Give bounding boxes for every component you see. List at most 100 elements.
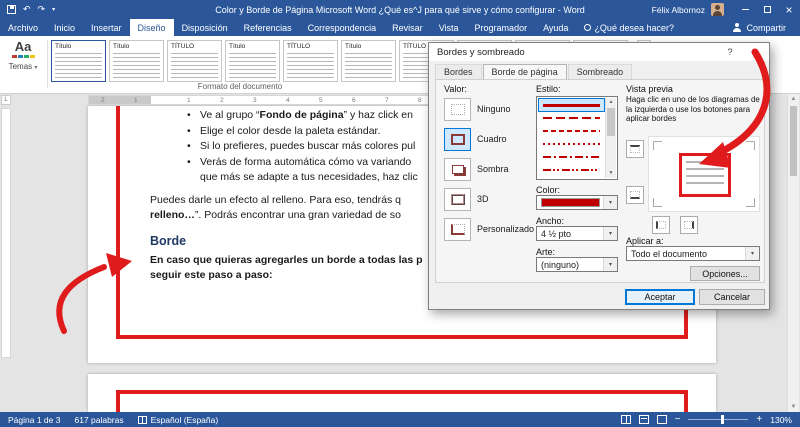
- print-layout-icon[interactable]: [638, 415, 649, 424]
- line-style-listbox[interactable]: [536, 96, 618, 180]
- top-border-toggle-button[interactable]: [626, 140, 644, 158]
- minimize-button[interactable]: [734, 0, 756, 19]
- art-dropdown[interactable]: (ninguno): [536, 257, 618, 272]
- preview-red-border-box: [679, 153, 731, 197]
- chevron-down-icon[interactable]: [745, 247, 759, 260]
- ribbon-tab-ayuda[interactable]: Ayuda: [535, 19, 576, 36]
- options-button[interactable]: Opciones...: [690, 266, 760, 281]
- dialog-title-bar[interactable]: Bordes y sombreado ? ×: [429, 43, 769, 61]
- top-border-icon: [630, 145, 640, 153]
- word-count[interactable]: 617 palabras: [74, 415, 123, 425]
- accept-button[interactable]: Aceptar: [625, 289, 695, 305]
- color-dropdown[interactable]: [536, 195, 618, 210]
- ribbon-tab-disposición[interactable]: Disposición: [174, 19, 236, 36]
- read-mode-icon[interactable]: [620, 415, 631, 424]
- ribbon-tab-archivo[interactable]: Archivo: [0, 19, 46, 36]
- themes-label: Temas: [2, 62, 44, 71]
- quick-access-toolbar: [0, 4, 55, 15]
- apply-to-dropdown[interactable]: Todo el documento: [626, 246, 760, 261]
- line-style-option[interactable]: [539, 125, 604, 137]
- vertical-ruler[interactable]: [1, 108, 11, 358]
- scroll-up-icon[interactable]: [788, 94, 799, 104]
- redo-icon[interactable]: [38, 5, 46, 14]
- page-2[interactable]: [88, 374, 716, 412]
- preview-corner-mark: [746, 198, 755, 207]
- ribbon-tab-vista[interactable]: Vista: [431, 19, 467, 36]
- line-style-option[interactable]: [539, 151, 604, 163]
- user-avatar[interactable]: [711, 3, 724, 16]
- style-set-thumbnail[interactable]: TÍTULO: [283, 40, 338, 82]
- scrollbar-thumb[interactable]: [790, 106, 797, 176]
- borders-and-shading-dialog: Bordes y sombreado ? × Bordes Borde de pá…: [428, 42, 770, 310]
- right-border-toggle-button[interactable]: [680, 216, 698, 234]
- border-preview-diagram[interactable]: [648, 136, 760, 212]
- zoom-slider[interactable]: [688, 415, 749, 424]
- status-left: Página 1 de 3 617 palabras Español (Espa…: [0, 415, 218, 425]
- valor-option-ninguno[interactable]: Ninguno: [444, 96, 534, 122]
- chevron-down-icon[interactable]: [603, 258, 617, 271]
- width-dropdown[interactable]: 4 ½ pto: [536, 226, 618, 241]
- style-set-thumbnail[interactable]: Título: [51, 40, 106, 82]
- left-border-toggle-button[interactable]: [652, 216, 670, 234]
- chevron-down-icon[interactable]: [603, 227, 617, 240]
- dialog-close-button[interactable]: ×: [743, 43, 769, 61]
- ruler-number: 5: [319, 97, 323, 104]
- web-layout-icon[interactable]: [656, 415, 667, 424]
- style-set-thumbnail[interactable]: Título: [341, 40, 396, 82]
- ribbon-tab-insertar[interactable]: Insertar: [83, 19, 130, 36]
- valor-option-personalizado[interactable]: Personalizado: [444, 216, 534, 242]
- customize-qat-chevron-icon[interactable]: [52, 4, 55, 15]
- left-border-icon: [656, 221, 666, 229]
- zoom-in-button[interactable]: +: [756, 414, 762, 425]
- style-set-thumbnail[interactable]: TÍTULO: [167, 40, 222, 82]
- ribbon-tab-¿qué-desea-hacer?[interactable]: ¿Qué desea hacer?: [576, 19, 682, 36]
- cancel-button[interactable]: Cancelar: [699, 289, 765, 305]
- listbox-scroll-down-icon[interactable]: [606, 169, 616, 178]
- ruler-number: 6: [352, 97, 356, 104]
- line-style-option[interactable]: [539, 138, 604, 150]
- valor-option-3d[interactable]: 3D: [444, 186, 534, 212]
- valor-options: Ninguno Cuadro Sombra 3D Personalizado: [444, 96, 534, 246]
- apply-to-value: Todo el documento: [631, 248, 708, 259]
- ribbon-tab-correspondencia[interactable]: Correspondencia: [300, 19, 385, 36]
- themes-button[interactable]: Aa Temas: [2, 39, 44, 90]
- ribbon-group-label: Formato del documento: [197, 82, 283, 91]
- ribbon-tab-programador[interactable]: Programador: [467, 19, 536, 36]
- listbox-scroll-up-icon[interactable]: [606, 98, 616, 107]
- preview-help-text: Haga clic en uno de los diagramas de la …: [626, 95, 760, 123]
- zoom-out-button[interactable]: −: [675, 414, 681, 425]
- line-style-option[interactable]: [539, 164, 604, 176]
- page-indicator[interactable]: Página 1 de 3: [8, 415, 60, 425]
- right-border-icon: [684, 221, 694, 229]
- vertical-scrollbar[interactable]: [787, 94, 799, 412]
- zoom-slider-thumb[interactable]: [721, 415, 725, 424]
- chevron-down-icon[interactable]: [603, 196, 617, 209]
- line-style-option[interactable]: [539, 112, 604, 124]
- line-style-option[interactable]: [538, 98, 605, 112]
- style-set-thumbnail[interactable]: Título: [109, 40, 164, 82]
- share-button[interactable]: Compartir: [732, 19, 800, 36]
- preview-corner-mark: [746, 141, 755, 150]
- close-button[interactable]: [778, 0, 800, 19]
- thumbnail-text-lines-icon: [345, 53, 392, 79]
- restore-button[interactable]: [756, 0, 778, 19]
- bottom-border-toggle-button[interactable]: [626, 186, 644, 204]
- undo-icon[interactable]: [23, 5, 31, 14]
- ribbon-tab-referencias[interactable]: Referencias: [236, 19, 300, 36]
- ribbon-tab-diseño[interactable]: Diseño: [129, 19, 174, 36]
- listbox-scroll-thumb[interactable]: [607, 108, 615, 136]
- ribbon-tab-inicio[interactable]: Inicio: [46, 19, 83, 36]
- save-icon[interactable]: [7, 5, 16, 14]
- line-style-dashdotdot-icon: [543, 169, 600, 171]
- thumbnail-text-lines-icon: [55, 53, 102, 79]
- valor-option-sombra[interactable]: Sombra: [444, 156, 534, 182]
- style-set-thumbnail[interactable]: Título: [225, 40, 280, 82]
- zoom-level[interactable]: 130%: [770, 415, 792, 425]
- listbox-scrollbar[interactable]: [605, 98, 616, 178]
- ribbon-tab-revisar[interactable]: Revisar: [384, 19, 431, 36]
- language-indicator[interactable]: Español (España): [137, 415, 218, 425]
- tab-stop-selector[interactable]: [1, 95, 11, 105]
- valor-option-cuadro[interactable]: Cuadro: [444, 126, 534, 152]
- scroll-down-icon[interactable]: [788, 402, 799, 412]
- dialog-help-button[interactable]: ?: [717, 43, 743, 61]
